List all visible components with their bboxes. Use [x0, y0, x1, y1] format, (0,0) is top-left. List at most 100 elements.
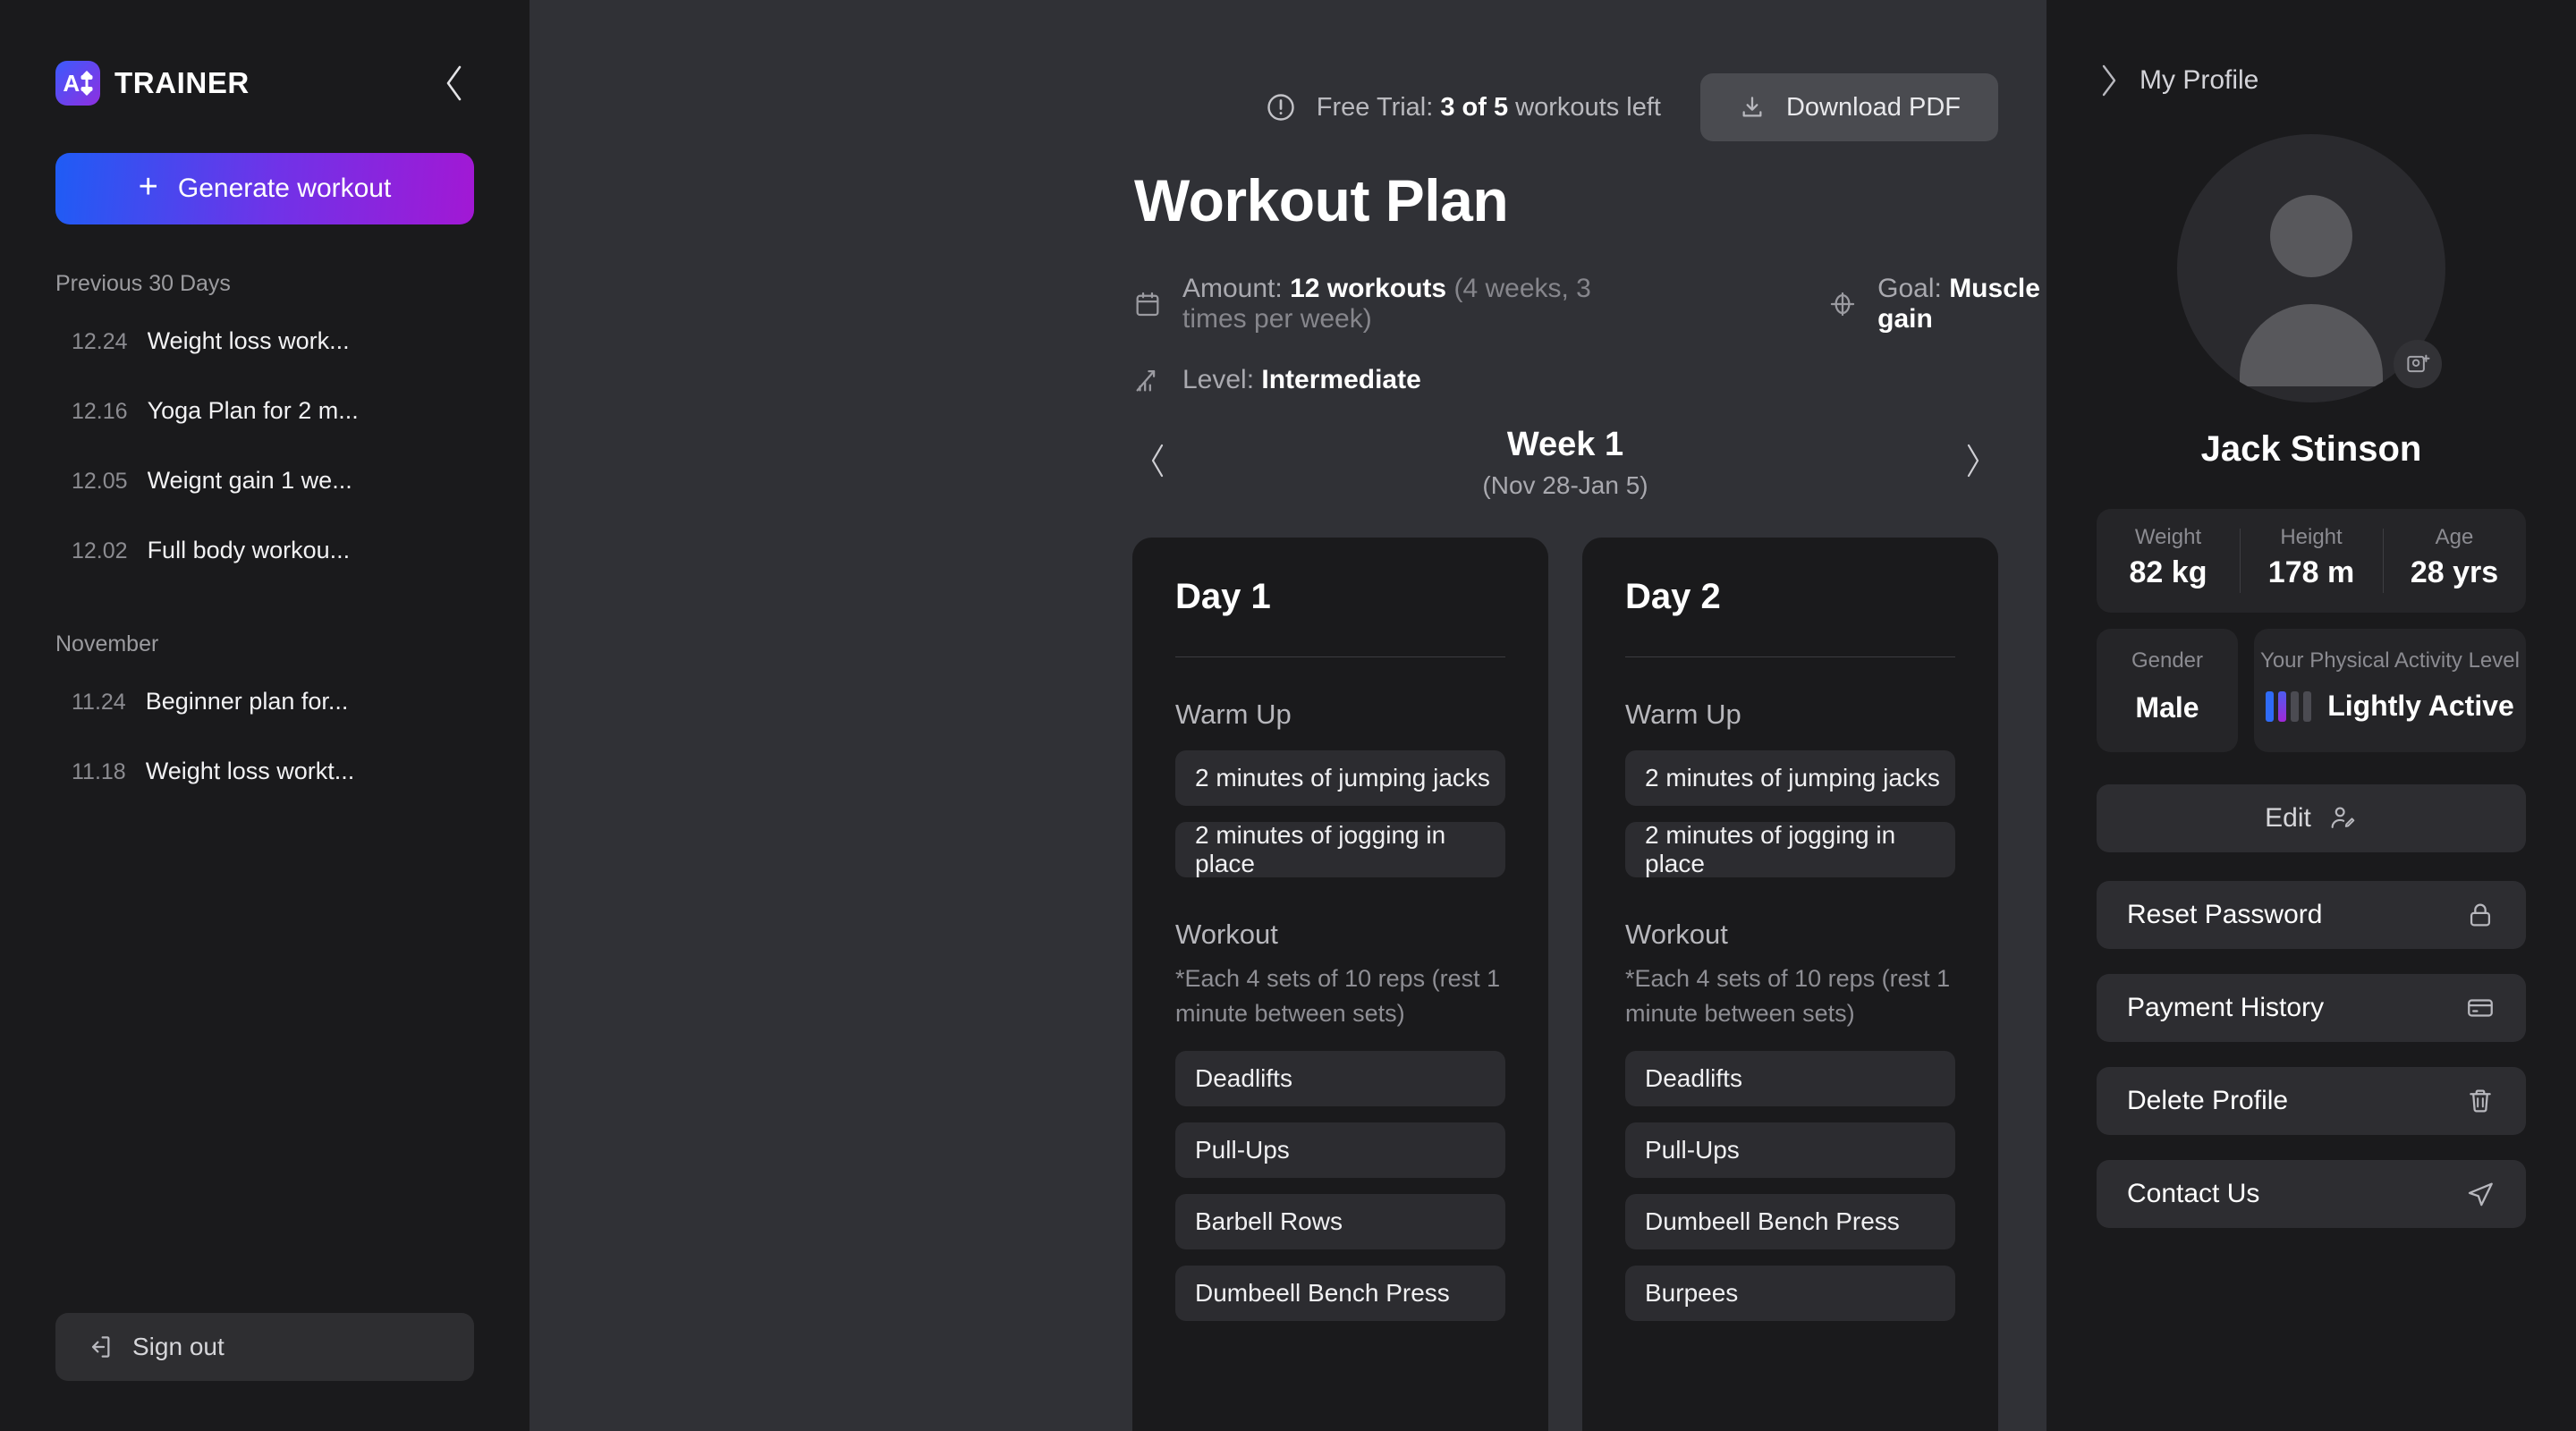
plan-meta-row-2: Level: Intermediate	[1132, 365, 2046, 395]
sign-out-label: Sign out	[132, 1333, 225, 1360]
week-title: Week 1	[1506, 426, 1624, 463]
activity-level-card: Your Physical Activity Level Lightly Act…	[2254, 629, 2526, 752]
exercise-item[interactable]: Deadlifts	[1175, 1051, 1505, 1107]
history-item-title: Weignt gain 1 we...	[147, 467, 352, 494]
chart-up-icon	[1132, 365, 1163, 395]
exercise-item[interactable]: Deadlifts	[1625, 1051, 1955, 1107]
top-bar: Free Trial: 3 of 5 workouts left Downloa…	[1132, 0, 2046, 141]
gender-value: Male	[2135, 691, 2199, 724]
activity-bars-icon	[2266, 690, 2312, 722]
sign-out-button[interactable]: Sign out	[55, 1313, 474, 1381]
warmup-label: Warm Up	[1175, 699, 1292, 730]
download-pdf-button[interactable]: Download PDF	[1699, 73, 1998, 141]
stat-gender: Gender Male	[2097, 629, 2238, 752]
history-item[interactable]: 12.16 Yoga Plan for 2 m...	[55, 376, 474, 445]
history-group-previous-30-days: Previous 30 Days 12.24 Weight loss work.…	[55, 271, 474, 585]
activity-level-label: Your Physical Activity Level	[2260, 648, 2520, 673]
history-group-november: November 11.24 Beginner plan for... 11.1…	[55, 631, 474, 806]
chevron-right-icon	[2097, 63, 2120, 98]
brand-name: TRAINER	[114, 66, 250, 99]
page-title: Workout Plan	[1134, 167, 1509, 233]
chevron-left-icon[interactable]	[435, 64, 474, 103]
activity-level-row: Lightly Active	[2254, 690, 2526, 723]
exercise-list: Deadlifts Pull-Ups Barbell Rows Dumbeell…	[1175, 1051, 1505, 1322]
profile-name: Jack Stinson	[2200, 429, 2422, 469]
meta-level: Level: Intermediate	[1132, 365, 1421, 395]
stat-value: 178 m	[2267, 555, 2355, 589]
brand: A TRAINER	[55, 61, 250, 106]
user-placeholder-icon	[2270, 195, 2352, 277]
history-group-label: November	[55, 631, 159, 656]
activity-level-value: Lightly Active	[2327, 690, 2514, 722]
send-icon	[2465, 1179, 2496, 1209]
meta-goal-label: Goal:	[1877, 274, 1950, 303]
sign-out-icon	[86, 1333, 114, 1361]
history-item-date: 11.18	[72, 759, 126, 784]
target-icon	[1827, 289, 1858, 319]
profile-actions: Reset Password Payment History Delete Pr…	[2097, 881, 2526, 1228]
lock-icon	[2465, 900, 2496, 930]
day-title: Day 1	[1175, 577, 1271, 616]
meta-goal-text: Goal: Muscle gain	[1877, 274, 2046, 334]
credit-card-icon	[2465, 993, 2496, 1023]
warmup-item[interactable]: 2 minutes of jumping jacks	[1175, 750, 1505, 806]
generate-workout-label: Generate workout	[177, 174, 392, 203]
warmup-list: 2 minutes of jumping jacks 2 minutes of …	[1175, 750, 1505, 877]
exercise-item[interactable]: Pull-Ups	[1625, 1122, 1955, 1179]
history-item[interactable]: 11.24 Beginner plan for...	[55, 666, 474, 736]
add-photo-icon[interactable]	[2394, 340, 2442, 388]
edit-profile-label: Edit	[2265, 803, 2311, 833]
free-trial-text: Free Trial: 3 of 5 workouts left	[1317, 93, 1661, 123]
stat-label: Weight	[2134, 525, 2202, 549]
day-title: Day 2	[1625, 577, 1721, 616]
reset-password-label: Reset Password	[2127, 900, 2323, 929]
contact-us-button[interactable]: Contact Us	[2097, 1160, 2526, 1228]
history-item-date: 11.24	[72, 690, 126, 715]
app-logo-icon: A	[55, 61, 100, 106]
warmup-label: Warm Up	[1625, 699, 1741, 730]
history-item[interactable]: 11.18 Weight loss workt...	[55, 736, 474, 806]
exercise-item[interactable]: Pull-Ups	[1175, 1122, 1505, 1179]
stat-weight: Weight 82 kg	[2097, 509, 2240, 613]
workout-label: Workout	[1175, 919, 1278, 950]
payment-history-button[interactable]: Payment History	[2097, 974, 2526, 1042]
history-item[interactable]: 12.24 Weight loss work...	[55, 306, 474, 376]
workout-note: *Each 4 sets of 10 reps (rest 1 minute b…	[1625, 965, 1951, 1028]
history-item[interactable]: 12.05 Weignt gain 1 we...	[55, 445, 474, 515]
meta-level-label: Level:	[1182, 365, 1262, 394]
delete-profile-button[interactable]: Delete Profile	[2097, 1067, 2526, 1135]
profile-secondary-stats: Gender Male Your Physical Activity Level…	[2097, 629, 2526, 752]
profile-header-label: My Profile	[2140, 65, 2259, 95]
history-item-title: Beginner plan for...	[145, 688, 349, 715]
warmup-item[interactable]: 2 minutes of jogging in place	[1175, 821, 1505, 877]
prev-week-button[interactable]	[1132, 432, 1182, 494]
warmup-item[interactable]: 2 minutes of jumping jacks	[1625, 750, 1955, 806]
brand-row: A TRAINER	[55, 0, 474, 106]
meta-amount-value: 12 workouts	[1290, 274, 1447, 303]
edit-profile-button[interactable]: Edit	[2097, 784, 2526, 852]
profile-panel: My Profile Jack Stinson Weight 82 kg Hei…	[2046, 0, 2576, 1431]
day-cards: Day 1 Warm Up 2 minutes of jumping jacks…	[1132, 538, 2046, 1431]
meta-goal: Goal: Muscle gain	[1827, 274, 2046, 334]
download-pdf-label: Download PDF	[1785, 92, 1961, 122]
history-item-title: Weight loss work...	[147, 327, 350, 354]
divider	[1175, 656, 1505, 657]
exercise-list: Deadlifts Pull-Ups Dumbeell Bench Press …	[1625, 1051, 1955, 1322]
warmup-list: 2 minutes of jumping jacks 2 minutes of …	[1625, 750, 1955, 877]
generate-workout-button[interactable]: + Generate workout	[55, 153, 474, 224]
stat-label: Age	[2435, 525, 2474, 549]
exercise-item[interactable]: Burpees	[1625, 1266, 1955, 1322]
warmup-item[interactable]: 2 minutes of jogging in place	[1625, 821, 1955, 877]
history-item[interactable]: 12.02 Full body workou...	[55, 515, 474, 585]
delete-profile-label: Delete Profile	[2127, 1086, 2289, 1115]
trial-suffix: workouts left	[1508, 92, 1661, 122]
profile-header[interactable]: My Profile	[2097, 0, 2526, 98]
exercise-item[interactable]: Dumbeell Bench Press	[1175, 1266, 1505, 1322]
exercise-item[interactable]: Barbell Rows	[1175, 1194, 1505, 1250]
reset-password-button[interactable]: Reset Password	[2097, 881, 2526, 949]
gender-label: Gender	[2131, 648, 2204, 673]
avatar-wrapper	[2177, 134, 2445, 402]
exercise-item[interactable]: Dumbeell Bench Press	[1625, 1194, 1955, 1250]
next-week-button[interactable]	[1948, 432, 1998, 494]
divider	[1625, 656, 1955, 657]
